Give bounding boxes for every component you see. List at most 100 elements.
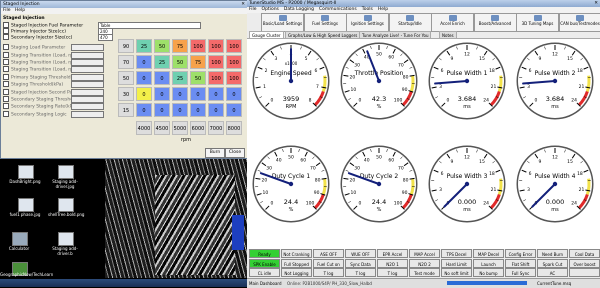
setting-checkbox[interactable]: [3, 81, 9, 87]
table-cell[interactable]: 0: [154, 71, 170, 85]
setting-field[interactable]: [71, 103, 104, 110]
setting-checkbox[interactable]: [3, 52, 9, 58]
setting-field[interactable]: [71, 89, 104, 96]
menu-help[interactable]: Help: [15, 8, 25, 13]
table-cell[interactable]: 100: [226, 55, 242, 69]
desktop-icon-label: shellTree.bold.png: [48, 212, 82, 217]
row-axis-cell[interactable]: 70: [118, 55, 134, 69]
table-cell[interactable]: 0: [136, 55, 152, 69]
col-axis-cell[interactable]: 4500: [154, 121, 170, 135]
table-cell[interactable]: 0: [172, 87, 188, 101]
image-file-icon[interactable]: [58, 198, 74, 212]
window-titlebar[interactable]: TunerStudio MS - P2000 / Megasquirt-II ✕: [247, 0, 600, 7]
menu-item[interactable]: Data Logging: [284, 7, 314, 12]
gauge-tick-label: 30: [266, 166, 272, 172]
toolbar-button[interactable]: Boost/Advanced: [474, 13, 517, 32]
table-cell[interactable]: 50: [190, 71, 206, 85]
toolbar-button[interactable]: Fuel Settings: [304, 13, 347, 32]
close-icon[interactable]: ✕: [241, 1, 245, 8]
row-axis-cell[interactable]: 90: [118, 39, 134, 53]
setting-field[interactable]: [71, 59, 104, 66]
table-cell[interactable]: 25: [172, 71, 188, 85]
image-file-icon[interactable]: [18, 198, 34, 212]
toolbar-button[interactable]: Ignition Settings: [346, 13, 389, 32]
setting-field[interactable]: [71, 96, 104, 103]
col-axis-cell[interactable]: 5000: [172, 121, 188, 135]
window-titlebar[interactable]: Staged Injection ✕: [1, 1, 247, 8]
setting-field[interactable]: 470: [98, 34, 113, 41]
setting-checkbox[interactable]: [3, 44, 9, 50]
toolbar-button[interactable]: Accel Enrich: [431, 13, 474, 32]
menu-file[interactable]: File: [3, 8, 11, 13]
menu-item[interactable]: File: [249, 7, 257, 12]
table-cell[interactable]: 100: [208, 39, 224, 53]
setting-field[interactable]: [71, 66, 104, 73]
menu-item[interactable]: Communications: [319, 7, 357, 12]
toolbar-button[interactable]: Basic/Load Settings: [261, 13, 304, 32]
table-cell[interactable]: 0: [136, 71, 152, 85]
gauge-tick-label: 6: [441, 171, 444, 177]
col-axis-cell[interactable]: 8000: [226, 121, 242, 135]
table-cell[interactable]: 0: [208, 87, 224, 101]
setting-checkbox[interactable]: [3, 96, 9, 102]
setting-checkbox[interactable]: [3, 59, 9, 65]
setting-checkbox[interactable]: [3, 103, 9, 109]
image-file-icon[interactable]: [58, 232, 74, 246]
table-cell[interactable]: 50: [172, 55, 188, 69]
toolbar-button[interactable]: 3D Tuning Maps: [516, 13, 559, 32]
setting-field[interactable]: [71, 111, 104, 118]
menu-item[interactable]: Help: [378, 7, 388, 12]
col-axis-cell[interactable]: 7000: [208, 121, 224, 135]
menu-item[interactable]: Tools: [362, 7, 373, 12]
col-axis-cell[interactable]: 6000: [190, 121, 206, 135]
table-cell[interactable]: 0: [154, 87, 170, 101]
setting-checkbox[interactable]: [3, 66, 9, 72]
row-axis-cell[interactable]: 15: [118, 103, 134, 117]
table-cell[interactable]: 0: [172, 103, 188, 117]
table-cell[interactable]: 100: [226, 71, 242, 85]
table-cell[interactable]: 75: [172, 39, 188, 53]
table-cell[interactable]: 25: [136, 39, 152, 53]
setting-field[interactable]: Table: [98, 22, 201, 29]
table-cell[interactable]: 100: [208, 71, 224, 85]
setting-checkbox[interactable]: [3, 74, 9, 80]
table-cell[interactable]: 0: [190, 87, 206, 101]
table-cell[interactable]: 100: [208, 55, 224, 69]
table-cell[interactable]: 0: [226, 103, 242, 117]
setting-field[interactable]: [71, 52, 104, 59]
table-cell[interactable]: 75: [190, 55, 206, 69]
image-file-icon[interactable]: [18, 165, 34, 179]
gauge-tick-label: 9: [539, 56, 542, 62]
table-cell[interactable]: 0: [208, 103, 224, 117]
table-cell[interactable]: 25: [154, 55, 170, 69]
tuner-main-window: TunerStudio MS - P2000 / Megasquirt-II ✕…: [247, 0, 600, 287]
gauge-units: ms: [551, 207, 559, 213]
burn-button[interactable]: Burn: [205, 148, 225, 158]
row-axis-cell[interactable]: 50: [118, 71, 134, 85]
menu-item[interactable]: Options: [262, 7, 279, 12]
toolbar-button[interactable]: Startup/Idle: [389, 13, 432, 32]
table-cell[interactable]: 0: [136, 87, 152, 101]
table-cell[interactable]: 0: [136, 103, 152, 117]
setting-checkbox[interactable]: [3, 111, 9, 117]
image-file-icon[interactable]: [58, 165, 74, 179]
setting-field[interactable]: [71, 81, 104, 88]
table-cell[interactable]: 50: [154, 39, 170, 53]
gauge-tick-label: 6: [529, 68, 532, 74]
close-icon[interactable]: ✕: [594, 0, 598, 7]
desktop-wallpaper-detail: [155, 175, 235, 275]
setting-checkbox[interactable]: [3, 34, 9, 40]
col-axis-cell[interactable]: 4000: [136, 121, 152, 135]
table-cell[interactable]: 100: [226, 39, 242, 53]
setting-checkbox[interactable]: [3, 89, 9, 95]
table-cell[interactable]: 0: [154, 103, 170, 117]
close-button[interactable]: Close: [225, 148, 245, 158]
table-cell[interactable]: 100: [190, 39, 206, 53]
table-cell[interactable]: 0: [226, 87, 242, 101]
setting-field[interactable]: [71, 44, 104, 51]
table-cell[interactable]: 0: [190, 103, 206, 117]
row-axis-cell[interactable]: 30: [118, 87, 134, 101]
setting-field[interactable]: [71, 74, 104, 81]
calculator-icon[interactable]: [12, 232, 28, 246]
toolbar-button[interactable]: CAN bus/Testmodes: [559, 13, 600, 32]
